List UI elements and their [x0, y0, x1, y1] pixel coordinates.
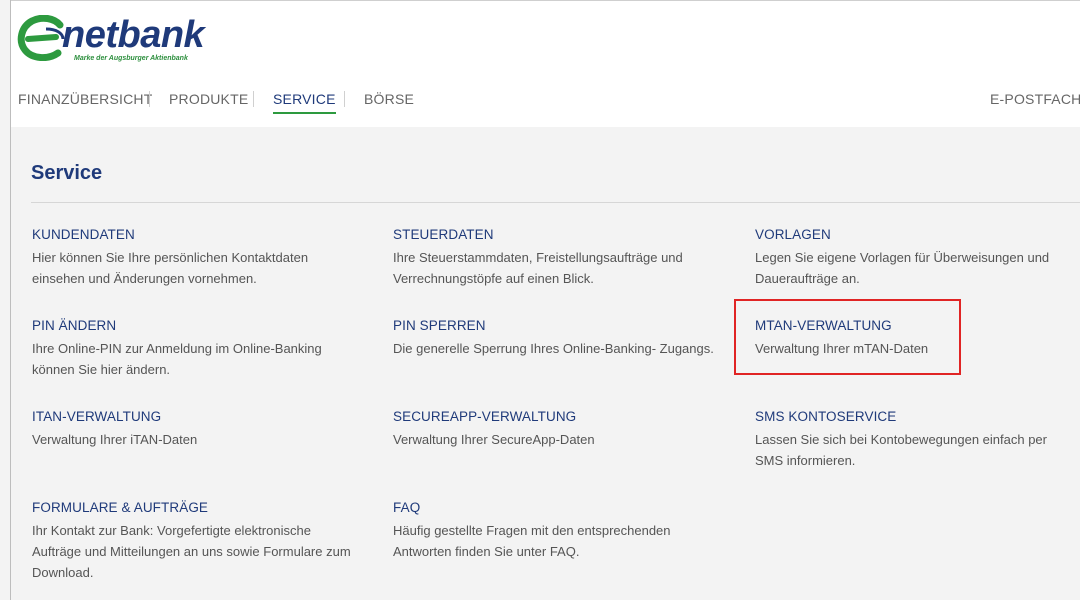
main-content: Service KUNDENDATEN Hier können Sie Ihre… [11, 127, 1080, 600]
service-card-vorlagen: VORLAGEN Legen Sie eigene Vorlagen für Ü… [755, 226, 1080, 289]
nav-separator [149, 91, 150, 107]
service-card-formulare-auftraege: FORMULARE & AUFTRÄGE Ihr Kontakt zur Ban… [32, 499, 362, 583]
page-title: Service [31, 162, 103, 184]
service-link-sms-kontoservice[interactable]: SMS KONTOSERVICE [755, 408, 1080, 426]
service-link-vorlagen[interactable]: VORLAGEN [755, 226, 1080, 244]
title-divider [31, 202, 1080, 203]
main-nav: FINANZÜBERSICHT PRODUKTE SERVICE BÖRSE E… [11, 89, 1080, 114]
service-card-pin-aendern: PIN ÄNDERN Ihre Online-PIN zur Anmeldung… [32, 317, 362, 380]
service-link-steuerdaten[interactable]: STEUERDATEN [393, 226, 723, 244]
service-description: Ihre Steuerstammdaten, Freistellungsauft… [393, 250, 683, 286]
nav-item-finanzuebersicht[interactable]: FINANZÜBERSICHT [18, 89, 152, 109]
header: netbank Marke der Augsburger Aktienbank … [11, 1, 1080, 127]
logo-wordmark: netbank [62, 14, 205, 56]
service-card-itan-verwaltung: ITAN-VERWALTUNG Verwaltung Ihrer iTAN-Da… [32, 408, 362, 450]
service-card-faq: FAQ Häufig gestellte Fragen mit den ents… [393, 499, 723, 562]
service-card-sms-kontoservice: SMS KONTOSERVICE Lassen Sie sich bei Kon… [755, 408, 1080, 471]
service-description: Lassen Sie sich bei Kontobewegungen einf… [755, 432, 1047, 468]
nav-item-boerse[interactable]: BÖRSE [364, 89, 414, 109]
service-link-pin-sperren[interactable]: PIN SPERREN [393, 317, 723, 335]
nav-item-e-postfach[interactable]: E-POSTFACH [990, 89, 1080, 109]
service-description: Ihre Online-PIN zur Anmeldung im Online-… [32, 341, 322, 377]
nav-separator [344, 91, 345, 107]
service-card-steuerdaten: STEUERDATEN Ihre Steuerstammdaten, Freis… [393, 226, 723, 289]
highlight-box [734, 299, 961, 375]
service-card-pin-sperren: PIN SPERREN Die generelle Sperrung Ihres… [393, 317, 723, 359]
service-description: Hier können Sie Ihre persönlichen Kontak… [32, 250, 309, 286]
service-link-faq[interactable]: FAQ [393, 499, 723, 517]
active-tab-underline [273, 112, 336, 114]
service-description: Verwaltung Ihrer SecureApp-Daten [393, 432, 595, 447]
service-link-secureapp-verwaltung[interactable]: SECUREAPP-VERWALTUNG [393, 408, 723, 426]
service-link-formulare-auftraege[interactable]: FORMULARE & AUFTRÄGE [32, 499, 362, 517]
logo-tagline: Marke der Augsburger Aktienbank [74, 55, 188, 62]
service-link-itan-verwaltung[interactable]: ITAN-VERWALTUNG [32, 408, 362, 426]
service-description: Ihr Kontakt zur Bank: Vorgefertigte elek… [32, 523, 351, 580]
nav-item-service-label: SERVICE [273, 91, 336, 107]
netbank-logo[interactable]: netbank Marke der Augsburger Aktienbank [16, 13, 206, 69]
service-description: Legen Sie eigene Vorlagen für Überweisun… [755, 250, 1050, 286]
service-description: Die generelle Sperrung Ihres Online-Bank… [393, 341, 714, 356]
service-card-kundendaten: KUNDENDATEN Hier können Sie Ihre persönl… [32, 226, 362, 289]
service-link-kundendaten[interactable]: KUNDENDATEN [32, 226, 362, 244]
service-card-secureapp-verwaltung: SECUREAPP-VERWALTUNG Verwaltung Ihrer Se… [393, 408, 723, 450]
nav-item-service[interactable]: SERVICE [273, 89, 336, 114]
service-description: Häufig gestellte Fragen mit den entsprec… [393, 523, 671, 559]
logo-e-mark-icon [17, 15, 65, 61]
service-description: Verwaltung Ihrer iTAN-Daten [32, 432, 198, 447]
nav-item-produkte[interactable]: PRODUKTE [169, 89, 248, 109]
nav-separator [253, 91, 254, 107]
service-link-pin-aendern[interactable]: PIN ÄNDERN [32, 317, 362, 335]
